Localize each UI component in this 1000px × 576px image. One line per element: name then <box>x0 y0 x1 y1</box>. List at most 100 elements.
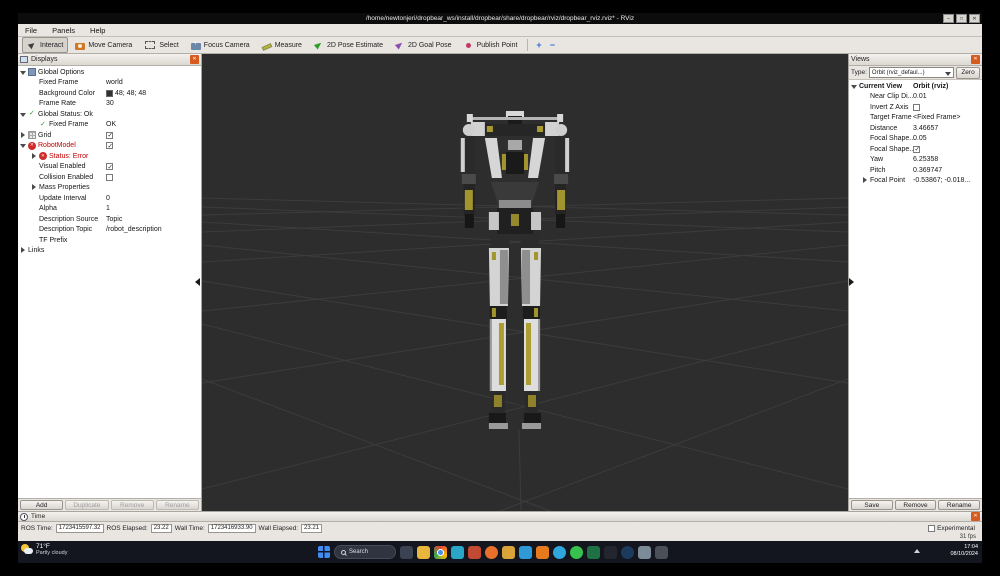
collapse-right-panel-arrow[interactable] <box>849 278 854 286</box>
row-focal-shape-size[interactable]: Focal Shape...0.05 <box>849 134 982 145</box>
visual-enabled-checkbox[interactable] <box>106 163 113 170</box>
save-view-button[interactable]: Save <box>851 500 893 510</box>
row-status-error[interactable]: Status: Error <box>18 151 201 162</box>
expand-arrow-icon[interactable] <box>20 246 28 255</box>
tool-2d-goal-pose[interactable]: 2D Goal Pose <box>390 37 457 53</box>
expand-arrow-icon[interactable] <box>20 131 28 140</box>
expand-arrow-icon[interactable] <box>31 152 39 161</box>
remove-tool-button[interactable]: − <box>547 39 558 52</box>
taskbar-icon-vlc[interactable] <box>536 546 549 559</box>
row-collision-enabled[interactable]: Collision Enabled <box>18 172 201 183</box>
row-focal-point[interactable]: Focal Point-0.53867; -0.018... <box>849 176 982 187</box>
row-value[interactable]: 0.369747 <box>913 167 942 174</box>
row-fixed-frame-status[interactable]: Fixed FrameOK <box>18 120 201 131</box>
collapse-left-panel-arrow[interactable] <box>195 278 200 286</box>
start-button[interactable] <box>318 546 330 558</box>
experimental-checkbox[interactable] <box>928 525 935 532</box>
taskbar-icon-telegram[interactable] <box>553 546 566 559</box>
tool-publish-point[interactable]: Publish Point <box>459 37 523 53</box>
taskbar-icon-terminal[interactable] <box>604 546 617 559</box>
row-value[interactable]: -0.53867; -0.018... <box>913 177 970 184</box>
remove-view-button[interactable]: Remove <box>895 500 937 510</box>
row-description-topic[interactable]: Description Topic/robot_description <box>18 225 201 236</box>
row-mass-properties[interactable]: Mass Properties <box>18 183 201 194</box>
minimize-button[interactable]: – <box>943 14 954 23</box>
expand-arrow-icon[interactable] <box>862 176 870 185</box>
taskbar-icon-file-explorer[interactable] <box>417 546 430 559</box>
expand-arrow-icon[interactable] <box>20 68 28 77</box>
rename-view-button[interactable]: Rename <box>938 500 980 510</box>
row-global-options[interactable]: Global Options <box>18 67 201 78</box>
taskbar-icon-task-view[interactable] <box>400 546 413 559</box>
tray-chevron-icon[interactable] <box>914 549 920 553</box>
taskbar-clock[interactable]: 17:04 08/10/2024 <box>950 544 978 558</box>
menu-file[interactable]: File <box>25 26 37 35</box>
row-value[interactable]: /robot_description <box>106 226 162 233</box>
row-pitch[interactable]: Pitch0.369747 <box>849 165 982 176</box>
taskbar-icon-media-player[interactable] <box>468 546 481 559</box>
zero-button[interactable]: Zero <box>956 67 980 79</box>
views-close-icon[interactable]: ✕ <box>971 55 980 64</box>
row-value[interactable]: 0.01 <box>913 93 927 100</box>
row-fixed-frame[interactable]: Fixed Frameworld <box>18 78 201 89</box>
taskbar-icon-edge[interactable] <box>451 546 464 559</box>
taskbar-icon-settings[interactable] <box>655 546 668 559</box>
row-tf-prefix[interactable]: TF Prefix <box>18 235 201 246</box>
remove-display-button[interactable]: Remove <box>111 500 154 510</box>
row-background-color[interactable]: Background Color48; 48; 48 <box>18 88 201 99</box>
tool-select[interactable]: Select <box>139 37 183 53</box>
row-value[interactable]: 48; 48; 48 <box>115 90 146 97</box>
displays-panel-titlebar[interactable]: Displays ✕ <box>18 54 201 66</box>
taskbar-icon-vscode[interactable] <box>519 546 532 559</box>
row-value[interactable]: 3.46657 <box>913 125 938 132</box>
row-value[interactable]: 1 <box>106 205 110 212</box>
row-focal-shape-fixed[interactable]: Focal Shape... <box>849 144 982 155</box>
row-distance[interactable]: Distance3.46657 <box>849 123 982 134</box>
row-value[interactable]: <Fixed Frame> <box>913 114 960 121</box>
row-links[interactable]: Links <box>18 246 201 257</box>
collision-enabled-checkbox[interactable] <box>106 174 113 181</box>
row-value[interactable]: 6.25358 <box>913 156 938 163</box>
taskbar-icon-firefox[interactable] <box>485 546 498 559</box>
row-robot-model[interactable]: RobotModel <box>18 141 201 152</box>
taskbar-icon-excel[interactable] <box>587 546 600 559</box>
row-alpha[interactable]: Alpha1 <box>18 204 201 215</box>
grid-enabled-checkbox[interactable] <box>106 132 113 139</box>
taskbar-icon-steam[interactable] <box>621 546 634 559</box>
tool-move-camera[interactable]: Move Camera <box>70 38 137 53</box>
row-frame-rate[interactable]: Frame Rate30 <box>18 99 201 110</box>
taskbar-search[interactable]: Search <box>334 545 396 559</box>
row-value[interactable]: 0.05 <box>913 135 927 142</box>
color-swatch[interactable] <box>106 90 113 97</box>
displays-close-icon[interactable]: ✕ <box>190 55 199 64</box>
taskbar-icon-gimp[interactable] <box>638 546 651 559</box>
taskbar-icon-whatsapp[interactable] <box>570 546 583 559</box>
duplicate-display-button[interactable]: Duplicate <box>65 500 108 510</box>
expand-arrow-icon[interactable] <box>31 183 39 192</box>
row-near-clip[interactable]: Near Clip Di...0.01 <box>849 92 982 103</box>
row-value[interactable]: 30 <box>106 100 114 107</box>
menu-help[interactable]: Help <box>90 26 105 35</box>
time-panel-titlebar[interactable]: Time ✕ <box>18 512 982 522</box>
row-yaw[interactable]: Yaw6.25358 <box>849 155 982 166</box>
row-update-interval[interactable]: Update Interval0 <box>18 193 201 204</box>
invert-z-checkbox[interactable] <box>913 104 920 111</box>
view-type-dropdown[interactable]: Orbit (rviz_defaul...) <box>869 67 954 78</box>
expand-arrow-icon[interactable] <box>851 82 859 91</box>
add-display-button[interactable]: Add <box>20 500 63 510</box>
row-target-frame[interactable]: Target Frame<Fixed Frame> <box>849 113 982 124</box>
focal-shape-fixed-checkbox[interactable] <box>913 146 920 153</box>
row-description-source[interactable]: Description SourceTopic <box>18 214 201 225</box>
expand-arrow-icon[interactable] <box>20 141 28 150</box>
render-viewport[interactable] <box>202 54 848 511</box>
row-grid-display[interactable]: Grid <box>18 130 201 141</box>
row-invert-z[interactable]: Invert Z Axis <box>849 102 982 113</box>
tool-interact[interactable]: Interact <box>22 37 68 53</box>
row-current-view[interactable]: Current ViewOrbit (rviz) <box>849 81 982 92</box>
time-close-icon[interactable]: ✕ <box>971 512 980 521</box>
tool-focus-camera[interactable]: Focus Camera <box>186 38 255 53</box>
taskbar-weather[interactable]: 71°F Partly cloudy <box>21 543 68 556</box>
menu-panels[interactable]: Panels <box>52 26 75 35</box>
rename-display-button[interactable]: Rename <box>156 500 199 510</box>
expand-arrow-icon[interactable] <box>20 110 28 119</box>
